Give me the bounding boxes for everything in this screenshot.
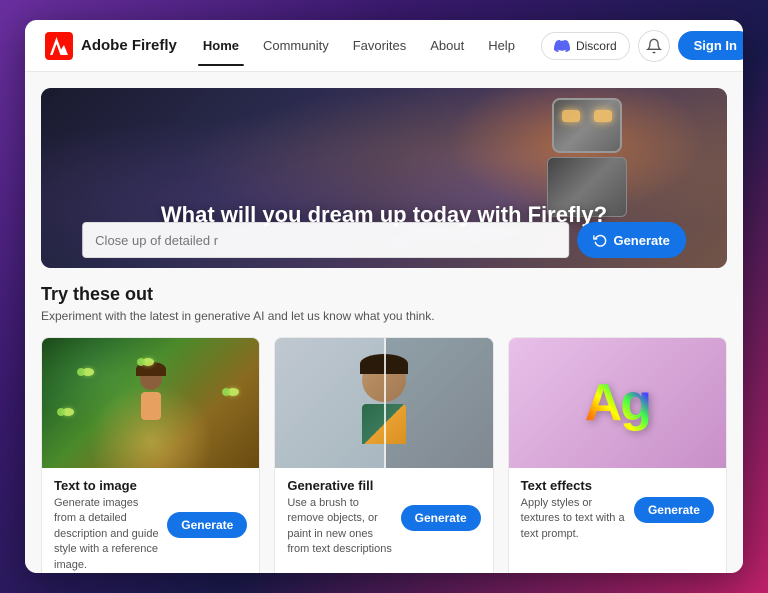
- notifications-button[interactable]: [638, 30, 670, 62]
- generative-fill-preview: [275, 338, 492, 468]
- adobe-logo: [45, 32, 73, 60]
- text-effects-preview: Ag: [509, 338, 726, 468]
- main-content: What will you dream up today with Firefl…: [25, 72, 743, 573]
- text-effects-card-body: Text effects Apply styles or textures to…: [509, 468, 726, 573]
- text-effects-generate-button[interactable]: Generate: [634, 497, 714, 523]
- girl-figure: [121, 368, 181, 468]
- text-to-image-desc: Generate images from a detailed descript…: [54, 496, 159, 573]
- text-to-image-title: Text to image: [54, 478, 159, 493]
- butterfly-4: [62, 408, 74, 416]
- nav-help[interactable]: Help: [478, 32, 525, 59]
- text-to-image-card-body: Text to image Generate images from a det…: [42, 468, 259, 573]
- text-to-image-card-info: Text to image Generate images from a det…: [54, 478, 159, 573]
- discord-icon: [554, 38, 570, 54]
- generative-fill-card-row: Generative fill Use a brush to remove ob…: [287, 478, 480, 558]
- generative-fill-desc: Use a brush to remove objects, or paint …: [287, 496, 392, 558]
- generative-fill-generate-button[interactable]: Generate: [401, 505, 481, 531]
- try-section-title: Try these out: [41, 284, 727, 305]
- generative-fill-card-info: Generative fill Use a brush to remove ob…: [287, 478, 392, 558]
- text-to-image-card: Text to image Generate images from a det…: [41, 337, 260, 573]
- butterfly-3: [227, 388, 239, 396]
- generative-fill-card-body: Generative fill Use a brush to remove ob…: [275, 468, 492, 573]
- generative-fill-title: Generative fill: [287, 478, 392, 493]
- nav-home[interactable]: Home: [193, 32, 249, 59]
- text-to-image-generate-button[interactable]: Generate: [167, 512, 247, 538]
- nav-favorites[interactable]: Favorites: [343, 32, 416, 59]
- nav: Home Community Favorites About Help: [193, 32, 525, 59]
- text-effects-card-row: Text effects Apply styles or textures to…: [521, 478, 714, 542]
- text-effects-card: Ag Text effects Apply styles or textures…: [508, 337, 727, 573]
- generative-fill-card: Generative fill Use a brush to remove ob…: [274, 337, 493, 573]
- hero-generate-label: Generate: [613, 233, 669, 248]
- try-section-subtitle: Experiment with the latest in generative…: [41, 309, 727, 323]
- text-to-image-preview: [42, 338, 259, 468]
- nav-community[interactable]: Community: [253, 32, 339, 59]
- text-to-image-card-row: Text to image Generate images from a det…: [54, 478, 247, 573]
- app-name: Adobe Firefly: [81, 37, 177, 54]
- signin-button[interactable]: Sign In: [678, 31, 743, 60]
- bell-icon: [646, 38, 662, 54]
- generate-icon: [593, 233, 607, 247]
- girl-body: [141, 392, 161, 420]
- main-window: Adobe Firefly Home Community Favorites A…: [25, 20, 743, 573]
- butterfly-2: [142, 358, 154, 366]
- girl-head: [140, 368, 162, 390]
- discord-label: Discord: [576, 39, 617, 53]
- hero-banner: What will you dream up today with Firefl…: [41, 88, 727, 268]
- text-effects-desc: Apply styles or textures to text with a …: [521, 496, 626, 542]
- text-effects-title: Text effects: [521, 478, 626, 493]
- butterfly-1: [82, 368, 94, 376]
- ag-text-illustration: Ag: [585, 373, 650, 433]
- discord-button[interactable]: Discord: [541, 32, 630, 60]
- face-split-line: [384, 338, 386, 468]
- header-right: Discord Sign In: [541, 30, 743, 62]
- text-effects-card-info: Text effects Apply styles or textures to…: [521, 478, 626, 542]
- hero-search-bar: Generate: [82, 222, 686, 258]
- header: Adobe Firefly Home Community Favorites A…: [25, 20, 743, 72]
- logo-wrap: Adobe Firefly: [45, 32, 177, 60]
- feature-cards-row: Text to image Generate images from a det…: [41, 337, 727, 573]
- nav-about[interactable]: About: [420, 32, 474, 59]
- try-section: Try these out Experiment with the latest…: [25, 268, 743, 573]
- adobe-logo-icon: [50, 37, 68, 55]
- robot-head: [552, 98, 622, 153]
- hero-generate-button[interactable]: Generate: [577, 222, 685, 258]
- hero-search-input[interactable]: [82, 222, 569, 258]
